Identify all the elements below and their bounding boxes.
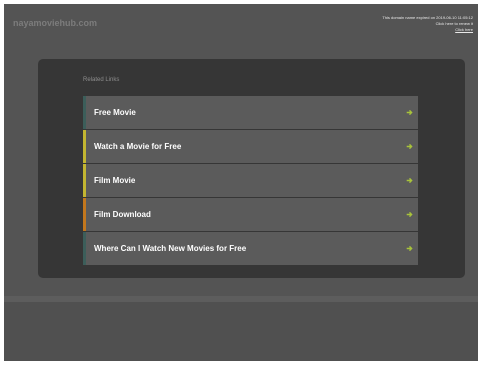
related-link-label: Film Movie	[94, 176, 136, 185]
related-link[interactable]: Watch a Movie for Free	[83, 130, 418, 163]
related-link-label: Watch a Movie for Free	[94, 142, 182, 151]
related-link[interactable]: Film Download	[83, 198, 418, 231]
related-links-title: Related Links	[83, 77, 120, 83]
related-link-label: Film Download	[94, 210, 151, 219]
related-links-panel: Related Links Free Movie Watch a Movie fo…	[38, 59, 465, 278]
domain-name: nayamoviehub.com	[13, 18, 98, 28]
footer-area	[4, 302, 478, 361]
related-link-label: Free Movie	[94, 108, 136, 117]
page-frame: nayamoviehub.com This domain name expire…	[4, 4, 478, 361]
related-links-list: Free Movie Watch a Movie for Free Film Mov…	[83, 96, 418, 266]
arrow-right-icon	[406, 211, 413, 218]
arrow-right-icon	[406, 177, 413, 184]
related-link[interactable]: Film Movie	[83, 164, 418, 197]
related-link[interactable]: Free Movie	[83, 96, 418, 129]
arrow-right-icon	[406, 245, 413, 252]
expiry-notice: This domain name expired on 2019-06-10 1…	[382, 15, 473, 33]
related-link-label: Where Can I Watch New Movies for Free	[94, 244, 247, 253]
arrow-right-icon	[406, 109, 413, 116]
arrow-right-icon	[406, 143, 413, 150]
related-link[interactable]: Where Can I Watch New Movies for Free	[83, 232, 418, 265]
renew-link[interactable]: Click here	[382, 27, 473, 33]
